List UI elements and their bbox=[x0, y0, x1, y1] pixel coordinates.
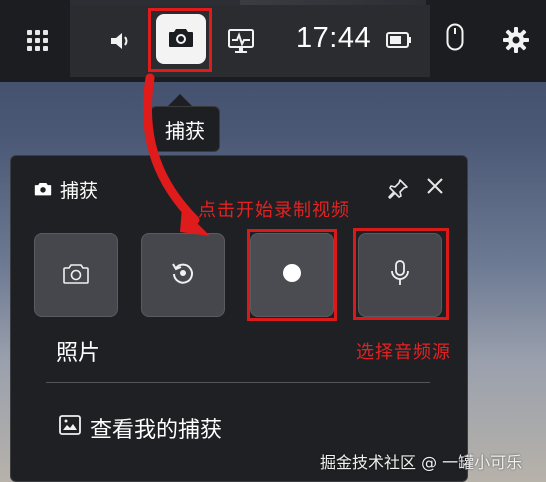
settings-icon[interactable] bbox=[500, 24, 532, 56]
highlight-box-record bbox=[247, 229, 337, 321]
annotation-record: 点击开始录制视频 bbox=[198, 200, 350, 221]
view-captures-text: 查看我的捕获 bbox=[90, 418, 223, 443]
performance-icon[interactable] bbox=[224, 24, 258, 58]
pin-icon[interactable] bbox=[386, 177, 410, 201]
volume-icon[interactable] bbox=[104, 24, 138, 58]
panel-title: 捕获 bbox=[34, 176, 98, 203]
mouse-icon[interactable] bbox=[440, 20, 470, 54]
annotation-mic: 选择音频源 bbox=[356, 342, 451, 363]
gallery-icon bbox=[58, 414, 82, 442]
camera-icon bbox=[63, 262, 89, 288]
capture-tooltip: 捕获 bbox=[150, 106, 220, 152]
panel-title-text: 捕获 bbox=[60, 180, 99, 202]
highlight-box-mic bbox=[353, 228, 449, 320]
game-bar: 17:44 bbox=[0, 0, 546, 82]
camera-icon bbox=[34, 179, 52, 201]
record-last-button[interactable] bbox=[141, 233, 225, 317]
replay-icon bbox=[170, 260, 196, 290]
divider bbox=[46, 382, 430, 383]
battery-icon[interactable] bbox=[384, 28, 414, 52]
clock-time: 17:44 bbox=[296, 22, 372, 54]
close-icon[interactable] bbox=[424, 175, 446, 197]
highlight-box-capture bbox=[148, 8, 212, 72]
screenshot-button[interactable] bbox=[34, 233, 118, 317]
tooltip-arrow bbox=[168, 94, 192, 106]
widget-menu-icon[interactable] bbox=[22, 25, 52, 55]
watermark: 掘金技术社区 @ 一罐小可乐 bbox=[320, 453, 523, 472]
photo-label: 照片 bbox=[56, 341, 101, 366]
view-captures-link[interactable]: 查看我的捕获 bbox=[58, 412, 222, 444]
